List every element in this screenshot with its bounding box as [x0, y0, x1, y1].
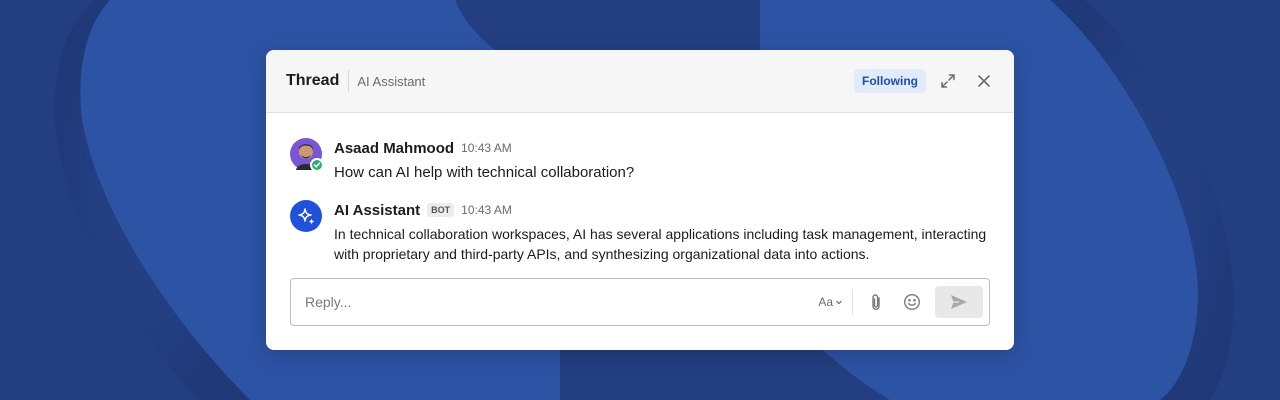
chevron-down-icon: [836, 300, 842, 305]
smiley-icon[interactable]: [901, 291, 923, 313]
bot-badge: BOT: [427, 203, 455, 217]
check-icon: [310, 158, 324, 172]
message-timestamp[interactable]: 10:43 AM: [461, 141, 512, 155]
format-label: Aa: [818, 295, 833, 309]
reply-composer: Aa: [290, 278, 990, 326]
thread-header: Thread AI Assistant Following: [266, 50, 1014, 113]
message-timestamp[interactable]: 10:43 AM: [461, 203, 512, 217]
send-icon: [951, 295, 967, 309]
user-avatar[interactable]: [290, 138, 324, 172]
message-text: In technical collaboration workspaces, A…: [334, 226, 987, 262]
paperclip-icon[interactable]: [865, 291, 887, 313]
close-icon[interactable]: [974, 71, 994, 91]
expand-icon[interactable]: [938, 71, 958, 91]
following-button[interactable]: Following: [854, 69, 926, 93]
reply-input[interactable]: [291, 294, 819, 310]
header-divider: [348, 70, 350, 92]
composer-divider: [852, 289, 853, 315]
sparkle-icon[interactable]: [290, 200, 322, 232]
message-text: How can AI help with technical collabora…: [334, 164, 635, 181]
format-button[interactable]: Aa: [818, 295, 843, 309]
send-button[interactable]: [935, 286, 983, 318]
thread-channel-name[interactable]: AI Assistant: [357, 74, 425, 89]
thread-title: Thread: [286, 72, 340, 89]
message-author[interactable]: AI Assistant: [334, 202, 420, 219]
thread-panel: Thread AI Assistant Following Asaad Mahm…: [266, 50, 1014, 350]
message-author[interactable]: Asaad Mahmood: [334, 140, 454, 157]
